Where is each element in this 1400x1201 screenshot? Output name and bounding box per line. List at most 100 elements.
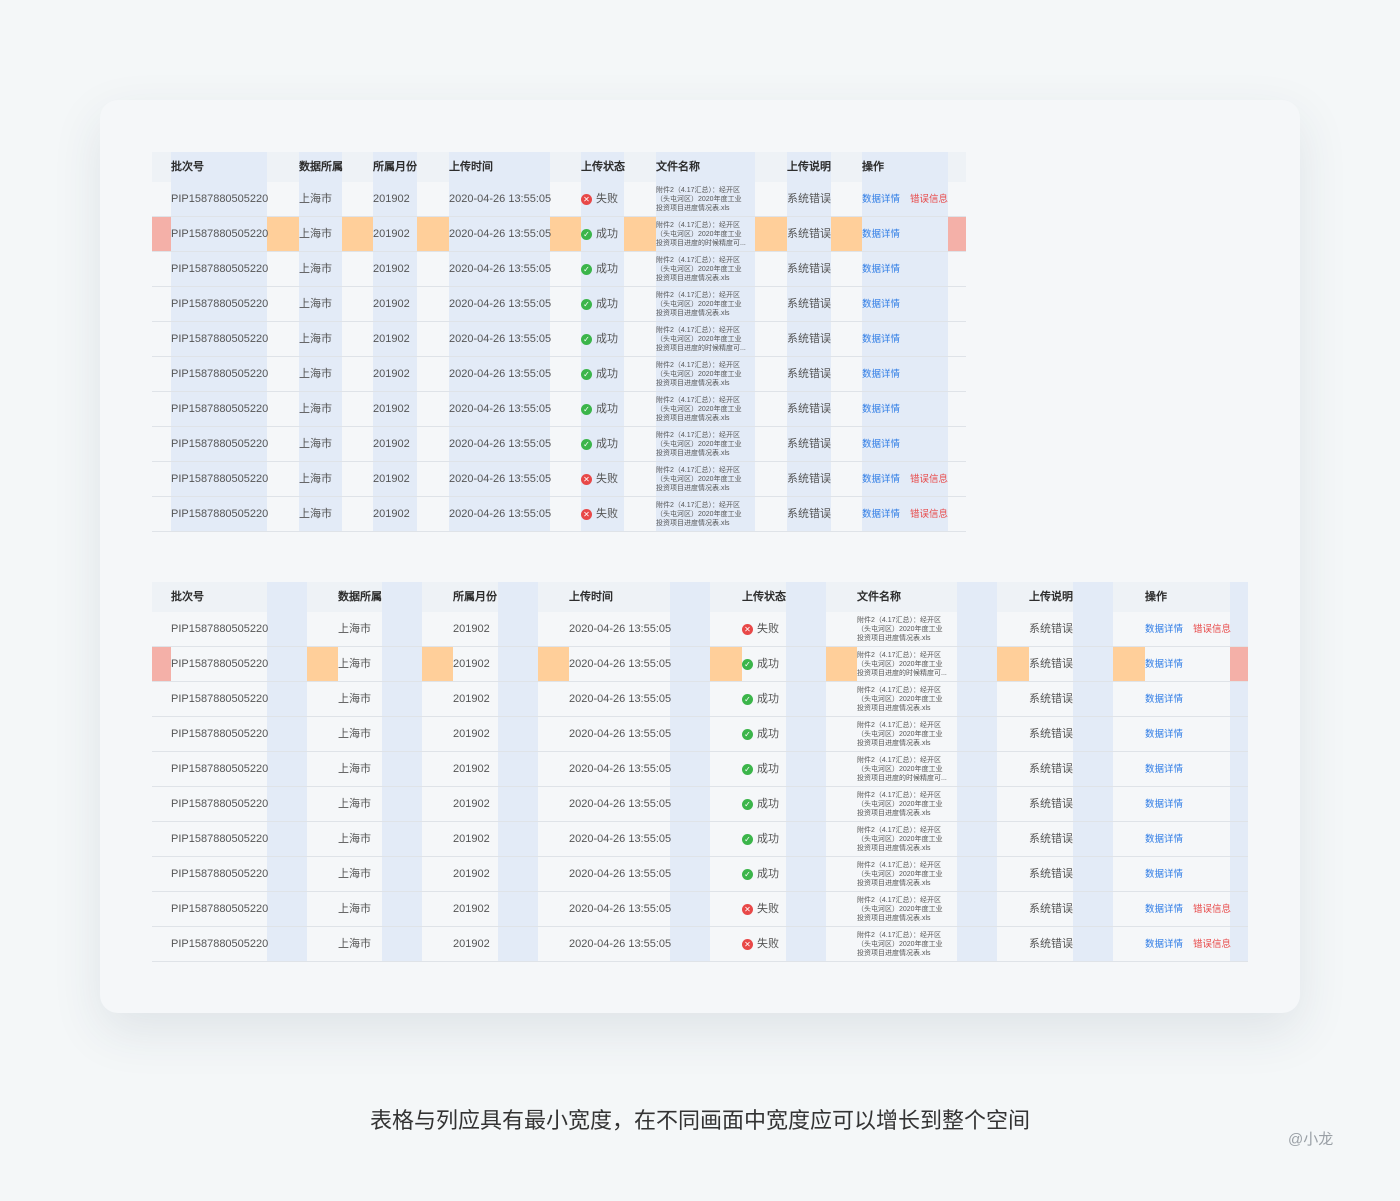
file-name-line: （头屯河区）2020年度工业 [656,511,742,518]
row-divider [152,286,966,287]
data-detail-link[interactable]: 数据详情 [862,497,900,532]
data-detail-link[interactable]: 数据详情 [862,392,900,427]
status-cell: ✕ 失败 [742,927,779,962]
error-info-link[interactable]: 错误信息 [910,182,948,217]
status-label: 成功 [757,833,779,845]
batch-id-cell: PIP1587880505220 [171,763,269,775]
upload-note-cell: 系统错误 [1029,763,1073,775]
data-detail-link[interactable]: 数据详情 [1145,647,1183,682]
error-info-link[interactable]: 错误信息 [910,497,948,532]
file-name-line: 附件2（4.17汇总）：经开区 [656,397,741,404]
batch-id-cell: PIP1587880505220 [171,868,269,880]
column-gap-marker [831,217,862,252]
file-name-line: （头屯河区）2020年度工业 [857,801,943,808]
data-detail-link[interactable]: 数据详情 [1145,752,1183,787]
status-label: 失败 [757,938,779,950]
owner-cell: 上海市 [299,193,332,205]
batch-id-cell: PIP1587880505220 [171,798,269,810]
data-detail-link[interactable]: 数据详情 [862,357,900,392]
status-cell: ✕ 失败 [742,612,779,647]
data-detail-link[interactable]: 数据详情 [862,427,900,462]
column-header: 上传时间 [569,591,613,603]
error-info-link[interactable]: 错误信息 [1193,927,1231,962]
check-circle-icon: ✓ [742,659,753,670]
owner-cell: 上海市 [299,438,332,450]
month-cell: 201902 [453,938,490,950]
data-detail-link[interactable]: 数据详情 [1145,787,1183,822]
column-header: 上传状态 [581,161,625,173]
status-cell: ✓ 成功 [581,252,618,287]
file-name-cell: 附件2（4.17汇总）：经开区 （头屯河区）2020年度工业 投资项目进度情况表.x… [656,361,760,388]
column-header: 所属月份 [373,161,417,173]
month-cell: 201902 [373,403,410,415]
file-name-line: （头屯河区）2020年度工业 [656,406,742,413]
file-name-line: （头屯河区）2020年度工业 [656,371,742,378]
status-label: 成功 [757,728,779,740]
file-name-line: 投资项目进度情况表.xls [656,205,730,212]
data-detail-link[interactable]: 数据详情 [1145,857,1183,892]
row-divider [152,426,966,427]
data-detail-link[interactable]: 数据详情 [862,462,900,497]
error-info-link[interactable]: 错误信息 [910,462,948,497]
file-name-line: 附件2（4.17汇总）：经开区 [857,792,942,799]
data-detail-link[interactable]: 数据详情 [862,252,900,287]
data-detail-link[interactable]: 数据详情 [1145,717,1183,752]
column-gap-marker [422,647,453,682]
column-header: 数据所属 [299,161,343,173]
file-name-line: 附件2（4.17汇总）：经开区 [656,292,741,299]
batch-id-cell: PIP1587880505220 [171,333,269,345]
status-label: 成功 [757,693,779,705]
status-label: 成功 [757,798,779,810]
upload-note-cell: 系统错误 [787,193,831,205]
data-detail-link[interactable]: 数据详情 [1145,892,1183,927]
file-name-line: 附件2（4.17汇总）：经开区 [857,827,942,834]
check-circle-icon: ✓ [742,834,753,845]
file-name-line: 投资项目进度的时候精度可... [656,240,746,247]
column-gap-marker [997,647,1029,682]
file-name-cell: 附件2（4.17汇总）：经开区 （头屯河区）2020年度工业 投资项目进度情况表.x… [857,896,961,923]
upload-time-cell: 2020-04-26 13:55:05 [569,658,672,670]
data-detail-link[interactable]: 数据详情 [862,217,900,252]
file-name-line: 投资项目进度的时候精度可... [857,670,947,677]
column-header: 上传时间 [449,161,493,173]
data-detail-link[interactable]: 数据详情 [1145,927,1183,962]
data-detail-link[interactable]: 数据详情 [1145,822,1183,857]
data-detail-link[interactable]: 数据详情 [862,322,900,357]
month-cell: 201902 [373,263,410,275]
file-name-line: （头屯河区）2020年度工业 [857,906,943,913]
row-divider [152,926,1248,927]
data-detail-link[interactable]: 数据详情 [1145,682,1183,717]
month-cell: 201902 [373,438,410,450]
data-detail-link[interactable]: 数据详情 [862,287,900,322]
batch-id-cell: PIP1587880505220 [171,903,269,915]
month-cell: 201902 [373,228,410,240]
status-cell: ✓ 成功 [581,392,618,427]
upload-note-cell: 系统错误 [787,228,831,240]
data-detail-link[interactable]: 数据详情 [1145,612,1183,647]
batch-id-cell: PIP1587880505220 [171,693,269,705]
status-cell: ✓ 成功 [742,857,779,892]
file-name-cell: 附件2（4.17汇总）：经开区 （头屯河区）2020年度工业 投资项目进度情况表.x… [656,396,760,423]
batch-id-cell: PIP1587880505220 [171,833,269,845]
check-circle-icon: ✓ [581,229,592,240]
owner-cell: 上海市 [338,693,371,705]
status-label: 成功 [757,658,779,670]
error-info-link[interactable]: 错误信息 [1193,892,1231,927]
data-detail-link[interactable]: 数据详情 [862,182,900,217]
column-gap-marker [624,217,656,252]
batch-id-cell: PIP1587880505220 [171,298,269,310]
file-name-line: 附件2（4.17汇总）：经开区 [656,467,741,474]
month-cell: 201902 [373,298,410,310]
check-circle-icon: ✓ [581,299,592,310]
owner-cell: 上海市 [338,938,371,950]
row-divider [152,646,1248,647]
author-signature: @小龙 [1288,1131,1334,1148]
error-info-link[interactable]: 错误信息 [1193,612,1231,647]
upload-note-cell: 系统错误 [1029,693,1073,705]
owner-cell: 上海市 [299,508,332,520]
check-circle-icon: ✓ [581,334,592,345]
file-name-line: 投资项目进度情况表.xls [656,485,730,492]
file-name-line: （头屯河区）2020年度工业 [656,476,742,483]
month-cell: 201902 [453,763,490,775]
upload-note-cell: 系统错误 [787,438,831,450]
